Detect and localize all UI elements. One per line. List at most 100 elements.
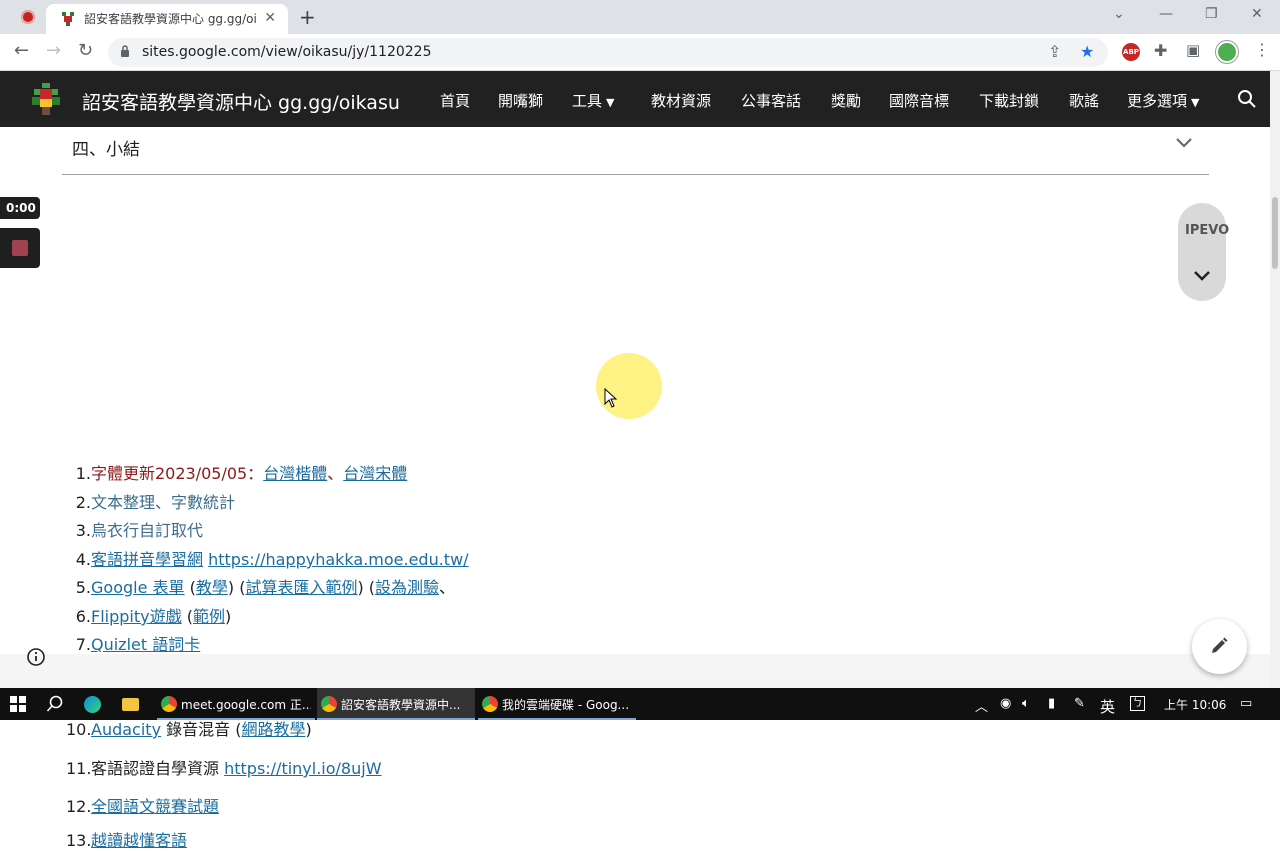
list-item-text: ): [305, 720, 312, 739]
chrome-icon: [321, 696, 337, 712]
site-header: 詔安客語教學資源中心 gg.gg/oikasu 首頁 開嘴獅 工具 ▼ 教材資源 …: [0, 71, 1270, 127]
resource-link[interactable]: 越讀越懂客語: [91, 831, 187, 850]
taskbar-app-label: 詔安客語教學資源中...: [341, 698, 461, 712]
nav-item-tools[interactable]: 工具 ▼: [572, 90, 614, 111]
close-window-icon[interactable]: ✕: [1251, 6, 1263, 22]
nav-label: 國際音標: [889, 92, 950, 110]
share-icon[interactable]: ⇪: [1048, 42, 1061, 61]
nav-label: 教材資源: [651, 92, 712, 110]
nav-item-download-block[interactable]: 下載封鎖: [979, 90, 1039, 111]
tab-close-icon[interactable]: ✕: [264, 10, 276, 26]
minimize-icon[interactable]: —: [1159, 6, 1173, 22]
info-icon[interactable]: [27, 648, 45, 666]
tray-app-icon[interactable]: ◉: [1000, 696, 1011, 711]
profile-avatar[interactable]: [1216, 41, 1238, 63]
resource-link[interactable]: 範例: [193, 607, 225, 626]
nav-item-rewards[interactable]: 獎勵: [831, 90, 861, 111]
notification-center-icon[interactable]: ▭: [1240, 696, 1252, 711]
nav-item-home[interactable]: 首頁: [440, 90, 470, 111]
nav-item-materials[interactable]: 教材資源: [651, 90, 711, 111]
browser-tab-active[interactable]: 詔安客語教學資源中心 gg.gg/oikasu ✕: [46, 4, 288, 34]
extensions-puzzle-icon[interactable]: ✚: [1154, 41, 1167, 60]
file-explorer-icon[interactable]: [122, 698, 139, 711]
adblock-extension-icon[interactable]: ABP: [1122, 43, 1140, 61]
site-logo-icon[interactable]: [30, 83, 62, 115]
resource-link[interactable]: Google 表單: [91, 578, 185, 597]
list-item: 4.客語拼音學習網 https://happyhakka.moe.edu.tw/: [66, 546, 469, 570]
list-item: 3.烏衣行自訂取代: [66, 517, 203, 541]
edge-browser-icon[interactable]: [84, 696, 101, 713]
stop-icon: [12, 240, 28, 256]
nav-item-kaizuishi[interactable]: 開嘴獅: [498, 90, 543, 111]
section-heading[interactable]: 四、小結: [72, 135, 140, 160]
nav-label: 獎勵: [831, 92, 862, 110]
list-item-text: (: [181, 607, 193, 626]
reload-icon[interactable]: ↻: [78, 40, 93, 61]
resource-link[interactable]: Flippity遊戲: [91, 607, 182, 626]
side-panel-icon[interactable]: ▣: [1186, 41, 1200, 59]
resource-link[interactable]: https://happyhakka.moe.edu.tw/: [208, 550, 468, 569]
tab-search-icon[interactable]: ⌄: [1113, 6, 1125, 22]
page-scrollbar-thumb[interactable]: [1272, 197, 1278, 269]
ime-keyboard-icon[interactable]: ㄅ: [1130, 696, 1145, 711]
resource-link[interactable]: Audacity: [91, 720, 161, 739]
list-item-number: 6.: [75, 607, 91, 626]
list-item: 1.字體更新2023/05/05：台灣楷體、台灣宋體: [66, 460, 408, 484]
stop-recording-button[interactable]: [0, 228, 40, 268]
nav-label: 公事客話: [741, 92, 802, 110]
list-item-text: 烏衣行自訂取代: [91, 521, 204, 540]
resource-link[interactable]: 網路教學: [241, 720, 305, 739]
microphone-icon[interactable]: ▮: [1048, 696, 1055, 711]
list-item-text: ) (: [227, 578, 246, 597]
nav-item-ipa[interactable]: 國際音標: [889, 90, 949, 111]
ipevo-widget[interactable]: IPEVO: [1178, 203, 1229, 301]
site-title[interactable]: 詔安客語教學資源中心 gg.gg/oikasu: [82, 88, 400, 115]
volume-icon[interactable]: 🔈︎: [1022, 696, 1030, 711]
bookmark-star-icon[interactable]: ★: [1080, 42, 1094, 61]
pen-input-icon[interactable]: ✎: [1074, 696, 1085, 711]
page-scrollbar-track[interactable]: [1270, 71, 1280, 688]
list-item-text: 字體更新2023/05/05：: [91, 464, 264, 483]
chevron-down-icon[interactable]: [1174, 136, 1194, 150]
resource-link[interactable]: 客語拼音學習網: [91, 550, 203, 569]
forward-icon[interactable]: →: [46, 40, 61, 61]
tray-overflow-icon[interactable]: ︿: [975, 696, 988, 715]
resource-link[interactable]: 設為測驗: [375, 578, 439, 597]
taskbar-app-meet[interactable]: meet.google.com 正...: [157, 688, 315, 720]
nav-item-songs[interactable]: 歌謠: [1069, 90, 1099, 111]
restore-icon[interactable]: ❐: [1205, 6, 1218, 22]
resource-link[interactable]: 台灣宋體: [343, 464, 407, 483]
recording-indicator-icon: [21, 10, 35, 24]
recording-timer: 0:00: [0, 197, 40, 219]
taskbar-search-icon[interactable]: [46, 695, 64, 713]
nav-item-more[interactable]: 更多選項 ▼: [1127, 90, 1199, 111]
edit-button[interactable]: [1192, 619, 1247, 674]
taskbar-app-drive[interactable]: 我的雲端硬碟 - Goog...: [478, 688, 636, 720]
taskbar-clock[interactable]: 上午 10:06: [1164, 696, 1226, 713]
resource-link[interactable]: 教學: [196, 578, 228, 597]
chevron-down-icon[interactable]: [1192, 269, 1212, 283]
windows-taskbar: meet.google.com 正... 詔安客語教學資源中... 我的雲端硬碟…: [0, 688, 1280, 720]
resource-link[interactable]: 台灣楷體: [263, 464, 327, 483]
address-bar[interactable]: sites.google.com/view/oikasu/jy/1120225 …: [108, 38, 1108, 67]
back-icon[interactable]: ←: [14, 40, 29, 61]
nav-item-official-hakka[interactable]: 公事客話: [741, 90, 801, 111]
nav-label: 首頁: [440, 92, 471, 110]
browser-toolbar: ← → ↻ sites.google.com/view/oikasu/jy/11…: [0, 34, 1280, 71]
pencil-icon: [1212, 637, 1228, 653]
list-item-text: (: [184, 578, 196, 597]
chevron-down-icon: ▼: [606, 96, 615, 109]
new-tab-icon[interactable]: +: [299, 5, 316, 29]
resource-link[interactable]: 試算表匯入範例: [245, 578, 357, 597]
ime-mode-indicator[interactable]: 英: [1100, 696, 1115, 717]
browser-menu-icon[interactable]: ⋮: [1254, 40, 1270, 59]
taskbar-app-label: meet.google.com 正...: [181, 698, 311, 712]
resource-link[interactable]: https://tinyl.io/8ujW: [224, 759, 381, 778]
resource-link[interactable]: Quizlet 語詞卡: [91, 635, 200, 654]
url-text: sites.google.com/view/oikasu/jy/1120225: [142, 44, 432, 60]
windows-start-icon[interactable]: [10, 696, 26, 712]
list-item-number: 1.: [75, 464, 91, 483]
taskbar-app-oikasu[interactable]: 詔安客語教學資源中...: [317, 688, 475, 720]
resource-link[interactable]: 全國語文競賽試題: [91, 797, 219, 816]
search-icon[interactable]: [1237, 89, 1257, 109]
